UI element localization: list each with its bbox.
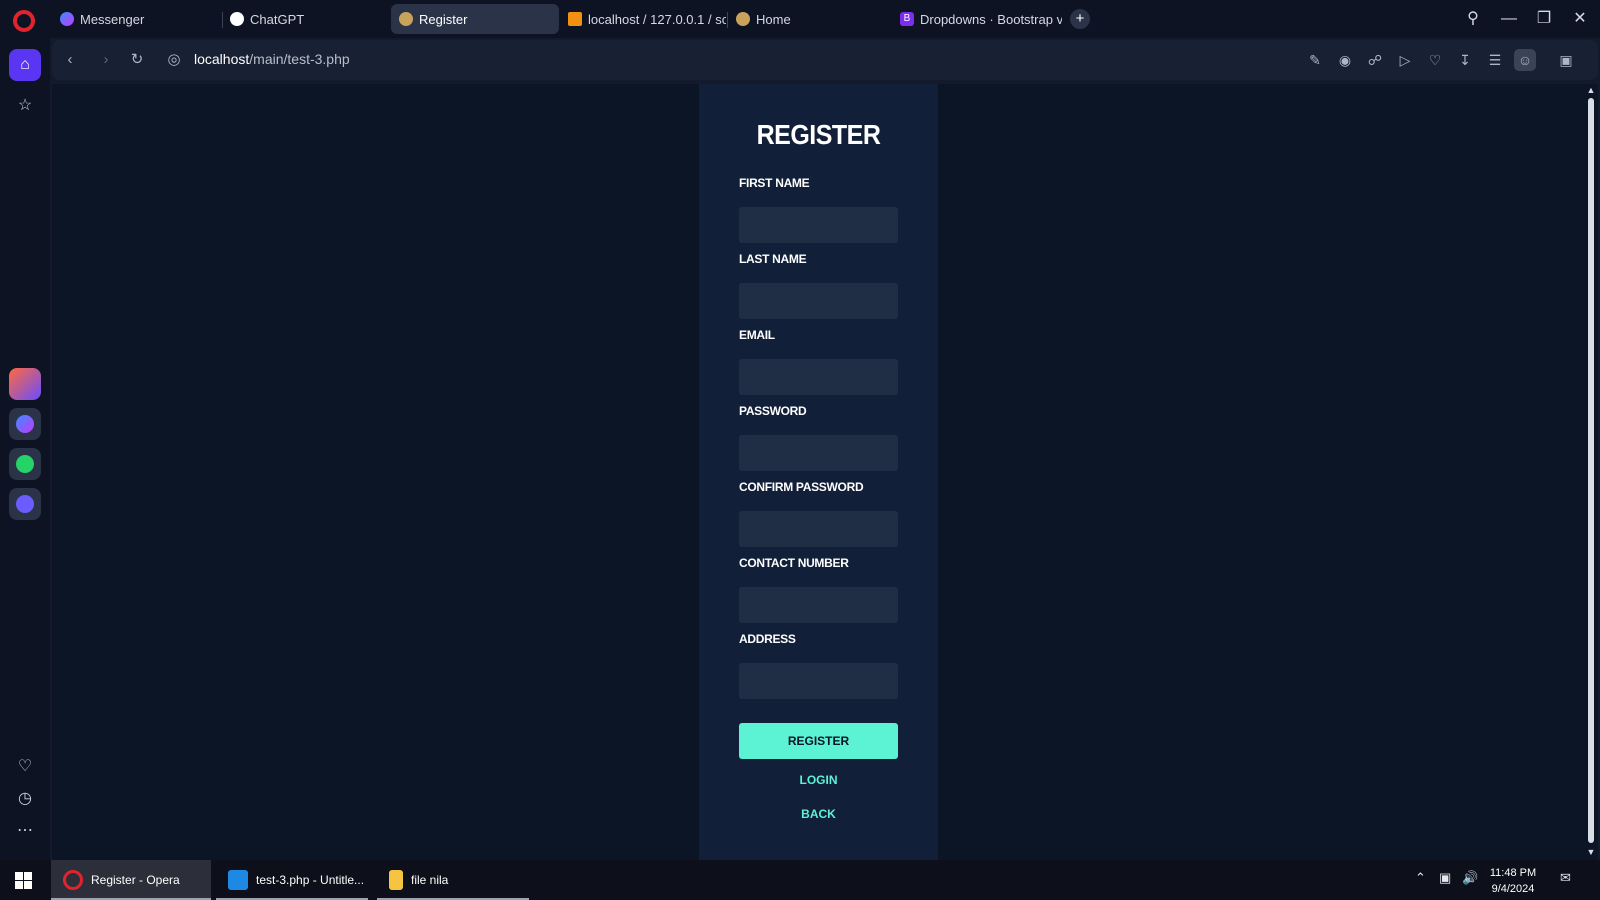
network-icon[interactable]: ▣: [1439, 870, 1451, 886]
tab-bootstrap[interactable]: B Dropdowns · Bootstrap v5: [892, 4, 1062, 34]
register-card: REGISTER FIRST NAME LAST NAME EMAIL PASS…: [699, 84, 938, 860]
chevron-up-icon[interactable]: ⌃: [1415, 870, 1426, 886]
messenger-icon: [60, 12, 74, 26]
tab-label: ChatGPT: [250, 11, 305, 27]
scroll-down-icon[interactable]: ▼: [1585, 846, 1597, 858]
forward-icon[interactable]: ›: [95, 49, 117, 71]
register-button[interactable]: REGISTER: [739, 723, 898, 759]
email-label: EMAIL: [739, 328, 775, 342]
clock-time: 11:48 PM: [1489, 867, 1537, 879]
tab-phpmyadmin[interactable]: localhost / 127.0.0.1 / sch: [560, 4, 726, 34]
address-label: ADDRESS: [739, 632, 796, 646]
chatgpt-icon: [230, 12, 244, 26]
tab-label: Messenger: [80, 11, 145, 27]
page-scrollbar[interactable]: ▲ ▼: [1584, 84, 1598, 860]
cube-icon[interactable]: ▣: [1555, 49, 1577, 71]
back-link[interactable]: BACK: [699, 807, 938, 821]
globe-icon: ◎: [167, 51, 181, 68]
url-host: localhost: [194, 51, 250, 67]
first-name-label: FIRST NAME: [739, 176, 810, 190]
opera-sidebar: ⌂ ☆ ♡ ◷ ⋯: [0, 38, 50, 860]
notifications-icon[interactable]: ✉: [1560, 870, 1571, 886]
music-icon[interactable]: [9, 488, 41, 520]
windows-icon[interactable]: [15, 872, 32, 889]
folder-icon: [389, 870, 403, 890]
play-icon[interactable]: ▷: [1394, 49, 1416, 71]
profile-icon[interactable]: ☺: [1514, 49, 1536, 71]
login-link[interactable]: LOGIN: [699, 773, 938, 787]
tab-label: localhost / 127.0.0.1 / sch: [588, 11, 726, 27]
vscode-icon: [228, 870, 248, 890]
search-icon[interactable]: ⚲: [1459, 6, 1487, 32]
password-field[interactable]: [739, 435, 898, 471]
taskbar-item-vscode[interactable]: test-3.php - Untitle...: [216, 860, 368, 900]
scroll-thumb[interactable]: [1588, 98, 1594, 843]
address-field[interactable]: [739, 663, 898, 699]
opera-icon: [63, 870, 83, 890]
heart-icon[interactable]: ♡: [9, 750, 41, 782]
tab-label: Home: [756, 11, 791, 27]
close-button[interactable]: ✕: [1566, 6, 1594, 32]
camera-icon[interactable]: ◉: [1334, 49, 1356, 71]
tab-register[interactable]: Register: [391, 4, 559, 34]
phpmyadmin-icon: [568, 12, 582, 26]
clock-date: 9/4/2024: [1491, 883, 1535, 895]
menu-icon[interactable]: ☰: [1484, 49, 1506, 71]
email-field[interactable]: [739, 359, 898, 395]
tab-label: Dropdowns · Bootstrap v5: [920, 11, 1062, 27]
contact-number-field[interactable]: [739, 587, 898, 623]
taskbar-item-label: file nila: [411, 873, 449, 887]
browser-window: Messenger ChatGPT Register localhost / 1…: [0, 0, 1600, 900]
home-icon[interactable]: ⌂: [9, 49, 41, 81]
password-label: PASSWORD: [739, 404, 807, 418]
heart-icon[interactable]: ♡: [1424, 49, 1446, 71]
tab-strip: Messenger ChatGPT Register localhost / 1…: [0, 0, 1600, 38]
taskbar-item-label: test-3.php - Untitle...: [256, 873, 365, 887]
confirm-password-label: CONFIRM PASSWORD: [739, 480, 864, 494]
confirm-password-field[interactable]: [739, 511, 898, 547]
history-icon[interactable]: ◷: [9, 782, 41, 814]
tab-home[interactable]: Home: [728, 4, 892, 34]
whatsapp-icon[interactable]: [9, 448, 41, 480]
reload-icon[interactable]: ↻: [126, 49, 148, 71]
page-title: REGISTER: [756, 119, 881, 151]
windows-taskbar: Register - Opera test-3.php - Untitle...…: [0, 860, 1600, 900]
new-tab-button[interactable]: +: [1070, 9, 1090, 29]
taskbar-item-opera[interactable]: Register - Opera: [51, 860, 211, 900]
opera-logo-icon[interactable]: [13, 10, 35, 32]
page-favicon-icon: [736, 12, 750, 26]
minimize-button[interactable]: —: [1495, 6, 1523, 32]
taskbar-item-label: Register - Opera: [91, 873, 180, 887]
messenger-icon[interactable]: [9, 408, 41, 440]
more-icon[interactable]: ⋯: [9, 814, 41, 846]
url-field[interactable]: localhost/main/test-3.php: [194, 51, 350, 67]
volume-icon[interactable]: 🔊: [1462, 870, 1478, 886]
bootstrap-icon: B: [900, 12, 914, 26]
clock[interactable]: 11:48 PM 9/4/2024: [1478, 865, 1548, 897]
tab-chatgpt[interactable]: ChatGPT: [222, 4, 388, 34]
last-name-field[interactable]: [739, 283, 898, 319]
star-icon[interactable]: ☆: [9, 89, 41, 121]
back-icon[interactable]: ‹: [59, 49, 81, 71]
download-icon[interactable]: ↧: [1454, 49, 1476, 71]
first-name-field[interactable]: [739, 207, 898, 243]
address-bar: ‹ › ↻ ◎ localhost/main/test-3.php ✎ ◉ ☍ …: [52, 40, 1598, 80]
shield-icon[interactable]: ☍: [1364, 49, 1386, 71]
tab-label: Register: [419, 11, 468, 27]
scroll-up-icon[interactable]: ▲: [1585, 84, 1597, 96]
aria-icon[interactable]: [9, 368, 41, 400]
tab-messenger[interactable]: Messenger: [52, 4, 218, 34]
page-favicon-icon: [399, 12, 413, 26]
last-name-label: LAST NAME: [739, 252, 807, 266]
edit-icon[interactable]: ✎: [1304, 49, 1326, 71]
taskbar-item-explorer[interactable]: file nila: [377, 860, 529, 900]
contact-number-label: CONTACT NUMBER: [739, 556, 849, 570]
url-path: /main/test-3.php: [249, 51, 350, 67]
restore-button[interactable]: ❐: [1530, 6, 1558, 32]
